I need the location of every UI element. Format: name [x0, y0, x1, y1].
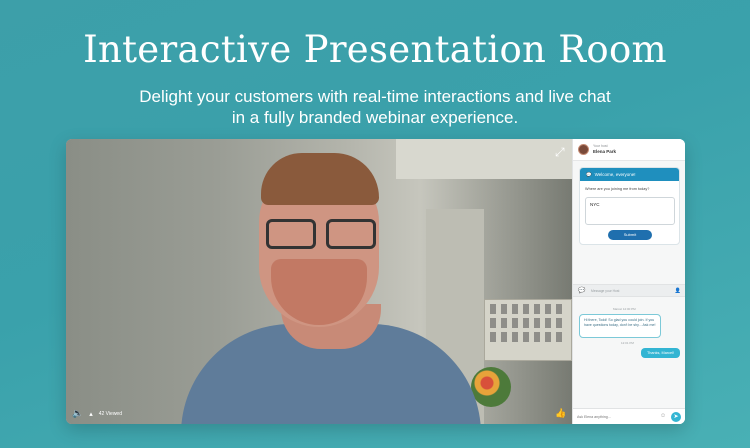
- submit-button[interactable]: Submit: [608, 230, 652, 240]
- chat-icon: 💬: [578, 288, 586, 294]
- chat-panel: Your host Elena Park 💬 Welcome, everyone…: [572, 139, 685, 424]
- viewer-count: 42 Viewed: [98, 410, 122, 417]
- send-icon[interactable]: ➤: [671, 412, 681, 422]
- person-icon: 👤: [674, 288, 681, 294]
- chat-input-bar: ☺ ➤: [573, 408, 685, 424]
- page-subtitle: Delight your customers with real-time in…: [0, 86, 750, 128]
- poll-question: Where are you joining me from today?: [585, 187, 650, 191]
- thumbs-up-icon[interactable]: 👍: [555, 408, 566, 418]
- video-ceiling: [396, 139, 572, 179]
- host-name: Elena Park: [593, 149, 617, 154]
- poll-answer-field[interactable]: NYC: [585, 197, 675, 225]
- chat-input[interactable]: [577, 412, 657, 422]
- chat-message-incoming: Hi there, Todd! So glad you could join. …: [579, 314, 661, 338]
- host-header: Your host Elena Park: [573, 139, 685, 161]
- presentation-room: ⤢ 🔈 ▴ 42 Viewed 👍 Your host Elena Park 💬…: [66, 139, 685, 424]
- poll-card: 💬 Welcome, everyone! Where are you joini…: [579, 167, 680, 245]
- avatar: [578, 144, 589, 155]
- subtitle-line-1: Delight your customers with real-time in…: [139, 87, 611, 106]
- chat-bubble-icon: 💬: [586, 171, 592, 177]
- presenter-glasses: [266, 219, 378, 251]
- subtitle-line-2: in a fully branded webinar experience.: [231, 108, 519, 127]
- video-flowers: [471, 367, 511, 407]
- emoji-icon[interactable]: ☺: [660, 413, 666, 420]
- chat-tab[interactable]: 💬 Message your Host 👤: [573, 284, 685, 297]
- chat-message-outgoing: Thanks, Marcel!: [640, 348, 680, 358]
- page-title: Interactive Presentation Room: [83, 28, 667, 71]
- host-label: Your host: [593, 144, 608, 148]
- chat-tab-label: Message your Host: [591, 289, 620, 293]
- poll-header-text: Welcome, everyone!: [594, 172, 636, 177]
- expand-icon[interactable]: ⤢: [555, 146, 567, 158]
- video-player[interactable]: ⤢ 🔈 ▴ 42 Viewed 👍: [66, 139, 572, 424]
- message-meta: 12:01 PM: [621, 341, 634, 345]
- volume-icon[interactable]: 🔈: [72, 409, 83, 418]
- video-wall-calendar: [484, 299, 572, 361]
- poll-header: 💬 Welcome, everyone!: [580, 168, 679, 181]
- message-meta: Marcel 12:00 PM: [613, 307, 636, 311]
- viewers-icon: ▴: [89, 410, 93, 418]
- video-footer: 🔈 ▴ 42 Viewed: [72, 409, 122, 418]
